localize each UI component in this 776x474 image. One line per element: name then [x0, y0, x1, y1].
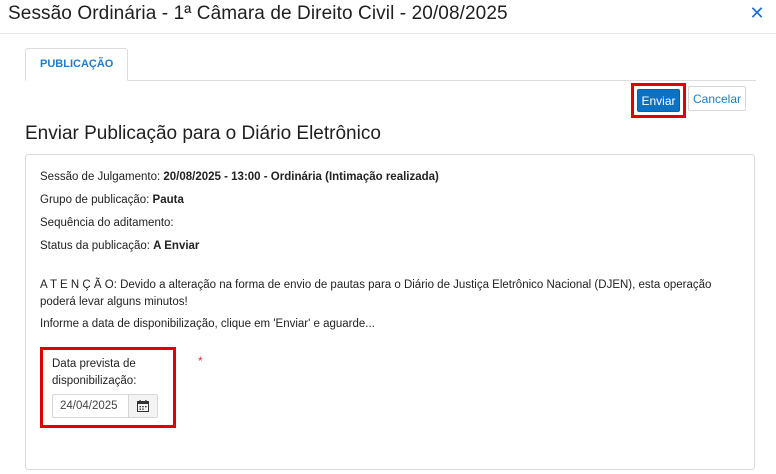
calendar-icon	[137, 400, 149, 412]
close-icon[interactable]: ✕	[748, 3, 766, 23]
section-title: Enviar Publicação para o Diário Eletrôni…	[25, 123, 381, 144]
instruction-text: Informe a data de disponibilização, cliq…	[40, 318, 375, 330]
calendar-button[interactable]	[128, 395, 157, 417]
status-info: Status da publicação: A Enviar	[40, 240, 199, 252]
sequence-label: Sequência do aditamento:	[40, 217, 174, 229]
date-input[interactable]	[53, 395, 130, 417]
header-divider	[0, 33, 776, 34]
sequence-info: Sequência do aditamento:	[40, 217, 174, 229]
date-field-highlight: Data prevista de disponibilização:	[40, 347, 176, 428]
cancel-button[interactable]: Cancelar	[688, 86, 746, 111]
session-info: Sessão de Julgamento: 20/08/2025 - 13:00…	[40, 171, 439, 183]
send-button-highlight: Enviar	[631, 83, 686, 118]
group-value: Pauta	[152, 194, 184, 206]
warning-message: A T E N Ç Ã O: Devido a alteração na for…	[40, 279, 712, 308]
publication-panel: Sessão de Julgamento: 20/08/2025 - 13:00…	[25, 154, 755, 470]
required-marker: *	[198, 354, 203, 368]
status-label: Status da publicação:	[40, 240, 154, 252]
tab-publicacao[interactable]: PUBLICAÇÃO	[25, 48, 129, 81]
session-label: Sessão de Julgamento:	[40, 171, 164, 183]
group-label: Grupo de publicação:	[40, 194, 153, 206]
status-value: A Enviar	[153, 240, 200, 252]
tab-bar: PUBLICAÇÃO	[25, 48, 756, 81]
date-field-label: Data prevista de disponibilização:	[52, 358, 137, 387]
dialog-title: Sessão Ordinária - 1ª Câmara de Direito …	[8, 3, 508, 24]
date-input-group	[52, 394, 158, 418]
session-value: 20/08/2025 - 13:00 - Ordinária (Intimaçã…	[163, 171, 439, 183]
group-info: Grupo de publicação: Pauta	[40, 194, 184, 206]
send-button[interactable]: Enviar	[637, 89, 680, 112]
